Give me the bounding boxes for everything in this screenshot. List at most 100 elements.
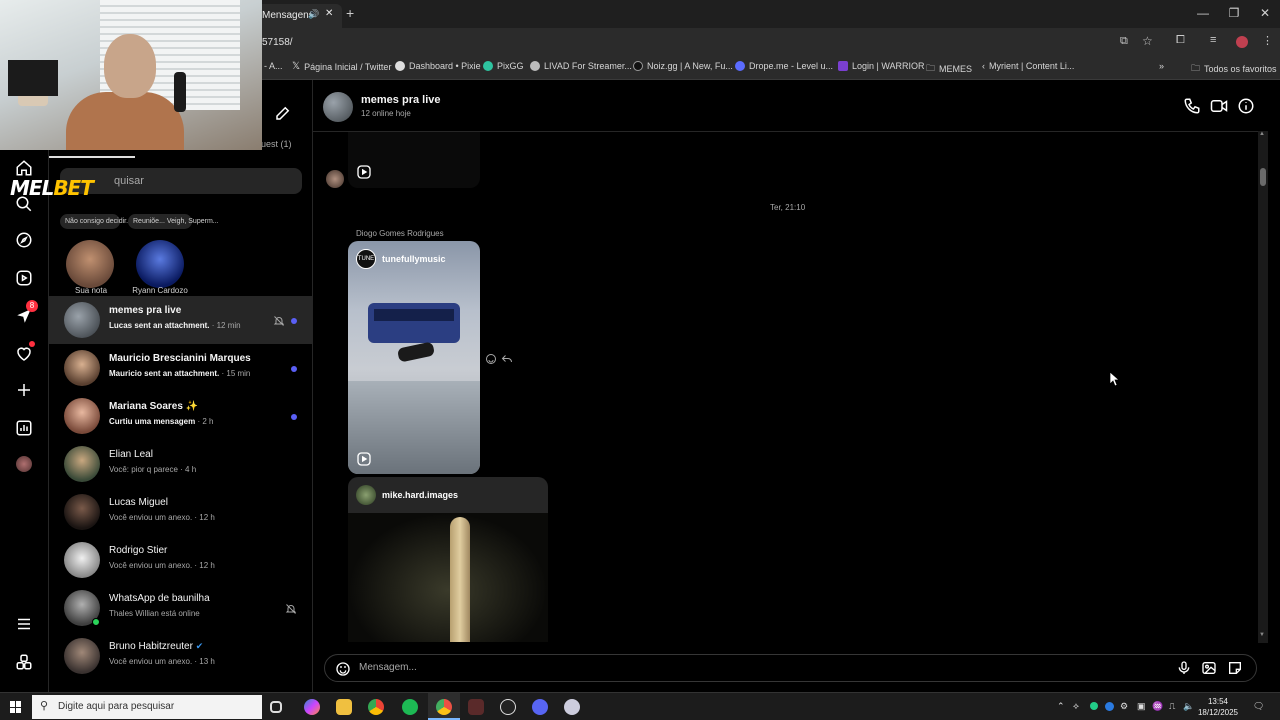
- new-tab-button[interactable]: +: [346, 5, 354, 21]
- video-call-icon[interactable]: [1210, 97, 1228, 115]
- microphone-icon[interactable]: [1176, 660, 1192, 676]
- bookmark-pixie[interactable]: Dashboard • Pixie: [395, 61, 481, 71]
- tab-mensagens[interactable]: Mensagens 🔊 ✕: [256, 4, 342, 28]
- message-composer[interactable]: Mensagem...: [324, 654, 1257, 682]
- bookmark-item[interactable]: - A...: [264, 61, 283, 71]
- tray-chevron-icon[interactable]: ⌃: [1057, 701, 1065, 712]
- bookmark-warrior[interactable]: Login | WARRIOR: [838, 61, 925, 71]
- group-avatar[interactable]: [323, 92, 353, 122]
- scrollbar-thumb[interactable]: [1260, 168, 1266, 186]
- bookmark-drope[interactable]: Drope.me - Level u...: [735, 61, 833, 71]
- shared-reel[interactable]: [348, 132, 480, 188]
- note-bubble[interactable]: Não consigo decidir...: [60, 214, 132, 229]
- requests-link[interactable]: uest (1): [261, 139, 292, 149]
- close-window-button[interactable]: ✕: [1250, 6, 1280, 20]
- url-text[interactable]: 57158/: [262, 37, 293, 48]
- chat-scrollbar[interactable]: [1258, 131, 1268, 643]
- muted-bell-icon: [273, 314, 285, 326]
- threads-apps-icon[interactable]: [12, 650, 36, 674]
- task-view-icon[interactable]: [270, 701, 282, 713]
- reply-icon[interactable]: [501, 352, 513, 364]
- conversation-item[interactable]: Lucas Miguel Você enviou um anexo. · 12 …: [49, 488, 313, 536]
- all-favorites-folder[interactable]: 🗀 Todos os favoritos: [1191, 61, 1277, 77]
- conversation-item[interactable]: Elian Leal Você: pior q parece · 4 h: [49, 440, 313, 488]
- speaker-icon[interactable]: 🔊: [308, 9, 319, 20]
- conversation-item[interactable]: memes pra live Lucas sent an attachment.…: [49, 296, 313, 344]
- app-icon[interactable]: [564, 699, 580, 715]
- install-app-icon[interactable]: ⧉: [1120, 35, 1128, 48]
- image-icon[interactable]: [1201, 660, 1217, 676]
- reel-account-name[interactable]: tunefullymusic: [382, 254, 446, 264]
- active-app-indicator: [428, 693, 460, 720]
- copilot-icon[interactable]: [304, 699, 320, 715]
- compose-icon[interactable]: [274, 104, 292, 122]
- restore-button[interactable]: ❐: [1219, 6, 1249, 20]
- media-icon[interactable]: ≡: [1210, 34, 1216, 46]
- dashboard-icon[interactable]: [12, 416, 36, 440]
- tray-app-icon[interactable]: ♒: [1152, 701, 1163, 712]
- notification-center-icon[interactable]: 🗨: [1253, 701, 1264, 712]
- message-input[interactable]: Mensagem...: [359, 662, 417, 673]
- explore-icon[interactable]: [12, 228, 36, 252]
- bookmark-memes-folder[interactable]: 🗀 MEMES: [926, 61, 972, 77]
- network-icon[interactable]: ⎍: [1169, 701, 1175, 712]
- folder-icon: 🗀: [926, 63, 936, 73]
- conversation-item[interactable]: Mariana Soares ✨ Curtiu uma mensagem · 2…: [49, 392, 313, 440]
- system-clock[interactable]: 13:54 18/12/2025: [1196, 696, 1240, 718]
- profile-avatar[interactable]: [1236, 36, 1248, 48]
- taskbar-search-input[interactable]: ⚲ Digite aqui para pesquisar: [32, 695, 262, 719]
- bookmark-pixgg[interactable]: PixGG: [483, 61, 524, 71]
- file-explorer-icon[interactable]: [336, 699, 352, 715]
- chat-title[interactable]: memes pra live: [361, 94, 441, 106]
- user-avatar: [64, 446, 100, 482]
- my-note-avatar[interactable]: [66, 240, 114, 288]
- bookmark-livad[interactable]: LIVAD For Streamer...: [530, 61, 632, 71]
- bookmark-twitter[interactable]: 𝕏 Página Inicial / Twitter: [292, 61, 391, 72]
- scroll-up-arrow-icon[interactable]: ▲: [1259, 131, 1265, 137]
- scroll-down-arrow-icon[interactable]: ▼: [1259, 632, 1265, 638]
- create-plus-icon[interactable]: [12, 378, 36, 402]
- react-emoji-icon[interactable]: [485, 352, 497, 364]
- menu-kebab-icon[interactable]: ⋮: [1262, 34, 1273, 47]
- friend-note-avatar[interactable]: [136, 240, 184, 288]
- bookmark-myrient[interactable]: ‹ Myrient | Content Li...: [982, 61, 1074, 71]
- volume-icon[interactable]: 🔈: [1183, 701, 1194, 712]
- phone-icon[interactable]: [1183, 97, 1201, 115]
- post-account-name[interactable]: mike.hard.images: [382, 490, 458, 500]
- windows-start-icon[interactable]: [10, 701, 22, 713]
- sticker-icon[interactable]: [1227, 660, 1243, 676]
- bluetooth-icon[interactable]: [1105, 702, 1114, 711]
- pixgg-icon: [483, 61, 493, 71]
- tray-app-icon[interactable]: ⟡: [1073, 701, 1079, 712]
- notifications-heart-icon[interactable]: [12, 341, 36, 366]
- shared-post[interactable]: mike.hard.images: [348, 477, 548, 642]
- conversation-item[interactable]: WhatsApp de baunilha Thales Willian está…: [49, 584, 313, 632]
- conversation-item[interactable]: Rodrigo Stier Você enviou um anexo. · 12…: [49, 536, 313, 584]
- minimize-button[interactable]: —: [1188, 6, 1218, 20]
- melbet-logo: MELBET: [10, 176, 94, 200]
- more-bookmarks-icon[interactable]: »: [1159, 61, 1164, 71]
- game-app-icon[interactable]: [468, 699, 484, 715]
- shared-reel[interactable]: TUNE tunefullymusic: [348, 241, 480, 474]
- star-icon[interactable]: ☆: [1142, 34, 1153, 48]
- reels-icon[interactable]: [12, 266, 36, 290]
- close-tab-icon[interactable]: ✕: [325, 8, 333, 19]
- messages-icon[interactable]: 8: [12, 300, 38, 328]
- bookmark-noiz[interactable]: Noiz.gg | A New, Fu...: [633, 61, 733, 71]
- menu-hamburger-icon[interactable]: [12, 612, 36, 636]
- tray-green-icon[interactable]: [1090, 702, 1098, 710]
- tray-app-icon[interactable]: ▣: [1137, 701, 1146, 712]
- obs-icon[interactable]: [500, 699, 516, 715]
- spotify-icon[interactable]: [402, 699, 418, 715]
- conversation-item[interactable]: Mauricio Brescianini Marques Mauricio se…: [49, 344, 313, 392]
- emoji-icon[interactable]: [335, 661, 351, 677]
- unread-dot: [291, 414, 297, 420]
- info-icon[interactable]: [1237, 97, 1255, 115]
- steam-icon[interactable]: ⚙: [1120, 701, 1128, 712]
- note-bubble[interactable]: Reuniõe... Veigh, Superm...: [128, 214, 219, 229]
- conversation-item[interactable]: Bruno Habitzreuter ✔ Você enviou um anex…: [49, 632, 313, 680]
- extensions-icon[interactable]: ⧠: [1176, 34, 1185, 47]
- profile-avatar[interactable]: [12, 452, 36, 476]
- chrome-icon[interactable]: [368, 699, 384, 715]
- discord-icon[interactable]: [532, 699, 548, 715]
